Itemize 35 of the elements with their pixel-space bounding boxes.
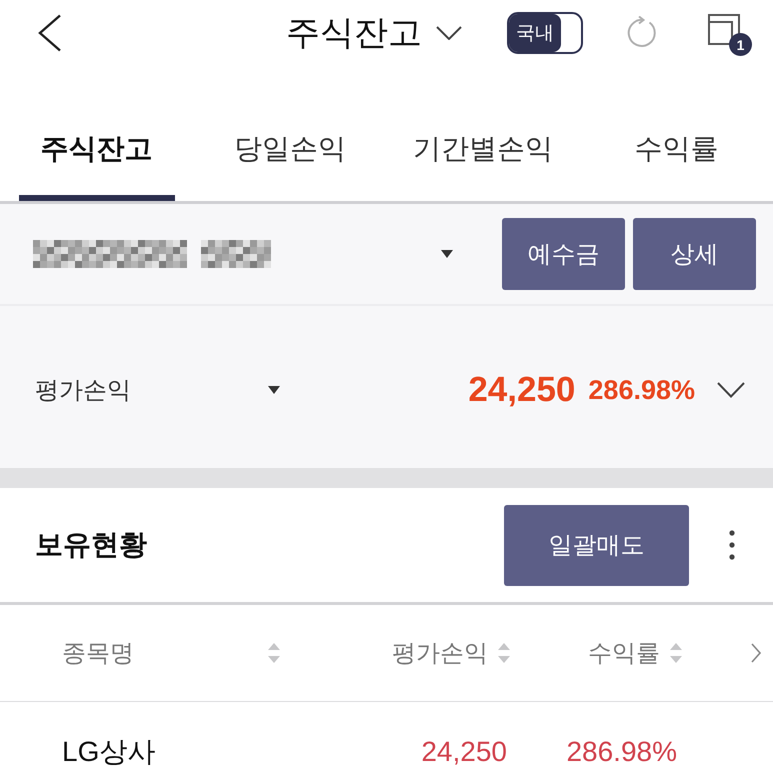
column-header[interactable]: 종목명: [62, 637, 280, 669]
sort-icon: [268, 643, 280, 663]
more-icon: [729, 530, 735, 560]
back-icon: [38, 14, 62, 52]
sell-all-button[interactable]: 일괄매도: [504, 504, 689, 586]
windows-button[interactable]: 1: [708, 10, 752, 56]
sort-icon: [498, 643, 510, 663]
title-dropdown[interactable]: 주식잔고: [286, 10, 462, 56]
account-button[interactable]: 상세: [633, 218, 756, 290]
tab[interactable]: 수익률: [612, 97, 740, 201]
next-columns-button[interactable]: [751, 643, 761, 663]
tab[interactable]: 기간별손익: [391, 97, 576, 201]
tab[interactable]: 당일손익: [212, 97, 368, 201]
profit-rate: 286.98%: [588, 374, 695, 406]
caret-icon: [441, 250, 453, 258]
profit-cell: 24,250: [421, 736, 507, 768]
profit-amount: 24,250: [468, 370, 576, 410]
caret-icon: [268, 386, 280, 394]
account-dropdown[interactable]: [33, 240, 453, 268]
account-button[interactable]: 예수금: [502, 218, 625, 290]
more-menu-button[interactable]: [729, 530, 735, 560]
rate-cell: 286.98%: [566, 736, 677, 768]
chevron-right-icon: [751, 643, 761, 663]
count-badge: 1: [729, 33, 752, 56]
stock-name-cell-text: LG상사: [62, 735, 156, 769]
section-title: 보유현황: [35, 528, 147, 562]
column-header[interactable]: 평가손익: [280, 637, 510, 669]
chevron-down-icon: [717, 382, 745, 398]
chevron-down-icon: [436, 26, 462, 40]
column-header[interactable]: 수익률: [510, 637, 682, 669]
sort-icon: [670, 643, 682, 663]
expand-button[interactable]: [717, 382, 745, 398]
market-toggle[interactable]: 국내: [507, 12, 583, 54]
back-button[interactable]: [38, 14, 62, 52]
profit-type-dropdown[interactable]: 평가손익: [35, 374, 280, 406]
